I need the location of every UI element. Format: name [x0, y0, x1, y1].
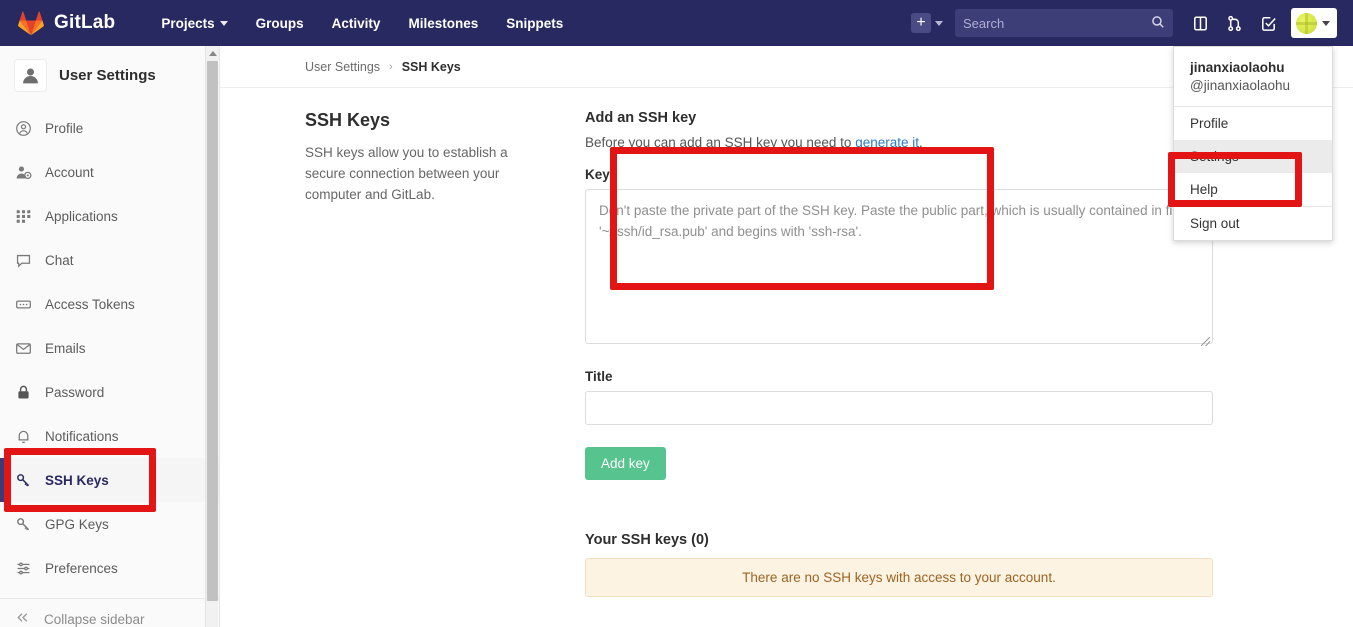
gitlab-logo-icon — [18, 10, 44, 36]
plus-icon: + — [911, 13, 931, 33]
sidebar-header: User Settings — [0, 46, 219, 106]
search-box[interactable] — [955, 9, 1173, 37]
key-field-label: Key — [585, 167, 610, 182]
generate-it-link[interactable]: generate it — [855, 135, 919, 150]
page-title: SSH Keys — [305, 110, 391, 130]
collapse-icon — [14, 609, 31, 627]
user-settings-avatar-icon — [14, 59, 47, 92]
dropdown-item-help[interactable]: Help — [1174, 173, 1332, 206]
sidebar-item-label: Notifications — [45, 428, 119, 444]
gitlab-brand[interactable]: GitLab — [18, 10, 115, 36]
ssh-key-icon — [14, 471, 32, 489]
gitlab-brand-name: GitLab — [54, 12, 116, 33]
title-field-label: Title — [585, 369, 613, 384]
sidebar-item-label: Access Tokens — [45, 296, 135, 312]
sidebar-collapse-label: Collapse sidebar — [44, 611, 145, 627]
nav-link-milestones[interactable]: Milestones — [394, 10, 492, 37]
applications-icon — [14, 207, 32, 225]
add-key-button[interactable]: Add key — [585, 447, 666, 480]
sidebar-item-access-tokens[interactable]: Access Tokens — [0, 282, 219, 326]
your-ssh-keys-heading: Your SSH keys (0) — [585, 532, 709, 548]
nav-link-projects[interactable]: Projects — [147, 10, 241, 37]
sidebar-scrollbar[interactable] — [205, 46, 219, 627]
sidebar-item-emails[interactable]: Emails — [0, 326, 219, 370]
account-icon — [14, 163, 32, 181]
key-textarea-wrapper — [585, 189, 1213, 349]
sidebar-item-gpg-keys[interactable]: GPG Keys — [0, 502, 219, 546]
sidebar-item-label: Emails — [45, 340, 86, 356]
chat-icon — [14, 251, 32, 269]
sidebar-item-account[interactable]: Account — [0, 150, 219, 194]
nav-link-snippets[interactable]: Snippets — [492, 10, 577, 37]
hint-suffix: . — [918, 135, 923, 150]
chevron-down-icon — [1322, 20, 1330, 26]
sidebar-item-preferences[interactable]: Preferences — [0, 546, 219, 590]
sidebar-item-profile[interactable]: Profile — [0, 106, 219, 150]
todos-icon[interactable] — [1251, 6, 1285, 40]
page-description: SSH keys allow you to establish a secure… — [305, 145, 508, 202]
user-menu-button[interactable] — [1291, 8, 1337, 38]
emails-icon — [14, 339, 32, 357]
sidebar-item-label: SSH Keys — [45, 472, 109, 488]
nav-link-groups[interactable]: Groups — [242, 10, 318, 37]
sidebar-item-password[interactable]: Password — [0, 370, 219, 414]
primary-nav-links: Projects Groups Activity Milestones Snip… — [147, 10, 577, 37]
breadcrumb-parent[interactable]: User Settings — [305, 60, 380, 74]
dropdown-item-profile[interactable]: Profile — [1174, 107, 1332, 140]
title-input[interactable] — [585, 391, 1213, 425]
sidebar-item-notifications[interactable]: Notifications — [0, 414, 219, 458]
nav-link-projects-label: Projects — [161, 15, 215, 31]
search-input[interactable] — [963, 15, 1151, 31]
sidebar-item-label: Account — [45, 164, 94, 180]
user-dropdown-header: jinanxiaolaohu @jinanxiaolaohu — [1174, 47, 1332, 106]
sidebar-item-chat[interactable]: Chat — [0, 238, 219, 282]
chevron-down-icon — [935, 20, 943, 26]
notifications-bell-icon — [14, 427, 32, 445]
key-input[interactable] — [585, 189, 1213, 344]
sidebar-item-label: Preferences — [45, 560, 118, 576]
sidebar-item-label: Applications — [45, 208, 118, 224]
ssh-keys-info-panel: SSH Keys SSH keys allow you to establish… — [305, 110, 585, 597]
access-tokens-icon — [14, 295, 32, 313]
add-ssh-key-heading: Add an SSH key — [585, 110, 697, 126]
no-ssh-keys-message: There are no SSH keys with access to you… — [585, 558, 1213, 597]
triangle-up-icon — [208, 50, 217, 56]
sidebar-item-label: Chat — [45, 252, 74, 268]
nav-link-activity[interactable]: Activity — [318, 10, 395, 37]
dropdown-item-sign-out[interactable]: Sign out — [1174, 207, 1332, 240]
sidebar-item-applications[interactable]: Applications — [0, 194, 219, 238]
top-navigation-bar: GitLab Projects Groups Activity Mileston… — [0, 0, 1353, 46]
password-lock-icon — [14, 383, 32, 401]
new-item-button[interactable]: + — [905, 13, 949, 33]
generate-key-hint: Before you can add an SSH key you need t… — [585, 135, 1215, 150]
hint-prefix: Before you can add an SSH key you need t… — [585, 135, 856, 150]
scrollbar-up-arrow[interactable] — [206, 46, 219, 60]
sidebar-item-ssh-keys[interactable]: SSH Keys — [0, 458, 219, 502]
sidebar-menu: Profile Account Applications Chat Access… — [0, 106, 219, 590]
gpg-key-icon — [14, 515, 32, 533]
user-handle: @jinanxiaolaohu — [1190, 78, 1291, 94]
sidebar-item-label: GPG Keys — [45, 516, 109, 532]
sidebar-item-label: Password — [45, 384, 105, 400]
breadcrumb-separator-icon: › — [389, 60, 393, 73]
user-display-name: jinanxiaolaohu — [1190, 60, 1285, 75]
topnav-right-cluster: + — [905, 6, 1337, 40]
sidebar-title: User Settings — [59, 67, 156, 84]
dropdown-item-settings[interactable]: Settings — [1174, 140, 1332, 174]
breadcrumb-current: SSH Keys — [401, 59, 461, 74]
user-settings-sidebar: User Settings Profile Account Applicatio… — [0, 46, 220, 627]
merge-requests-icon[interactable] — [1217, 6, 1251, 40]
sidebar-item-label: Profile — [45, 120, 84, 136]
profile-icon — [14, 119, 32, 137]
avatar — [1296, 12, 1317, 34]
sidebar-collapse-button[interactable]: Collapse sidebar — [0, 599, 219, 627]
preferences-icon — [14, 559, 32, 577]
add-ssh-key-panel: Add an SSH key Before you can add an SSH… — [585, 110, 1215, 597]
search-icon — [1151, 15, 1165, 32]
scrollbar-thumb[interactable] — [207, 61, 218, 601]
issues-icon[interactable] — [1183, 6, 1217, 40]
chevron-down-icon — [219, 20, 228, 26]
user-dropdown-menu: jinanxiaolaohu @jinanxiaolaohu Profile S… — [1173, 46, 1333, 242]
